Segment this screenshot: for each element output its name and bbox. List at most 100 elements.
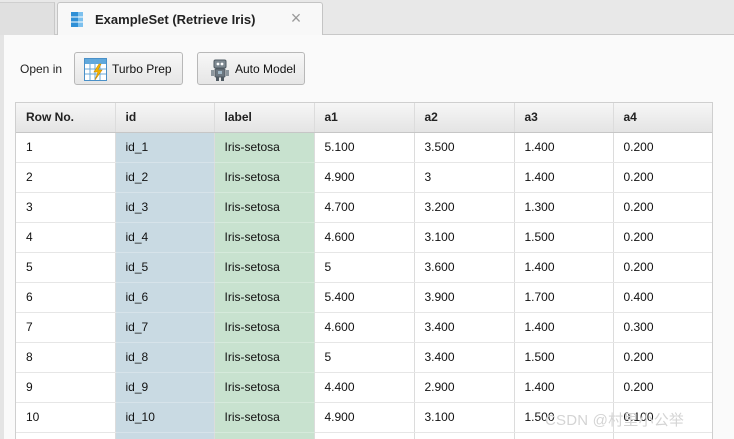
cell-a2: 3.100 xyxy=(414,402,515,433)
cell-a1: 5 xyxy=(314,342,415,373)
cell-label: Iris-setosa xyxy=(214,402,315,433)
column-header-a4[interactable]: a4 xyxy=(613,103,712,133)
cell-a1: 4.700 xyxy=(314,192,415,223)
cell-a1: 5.400 xyxy=(314,282,415,313)
cell-row-no: 6 xyxy=(16,282,116,313)
cell-a4: 0.300 xyxy=(613,312,712,343)
cell-row-no: 7 xyxy=(16,312,116,343)
cell-a2: 3.400 xyxy=(414,342,515,373)
cell-a2: 3 xyxy=(414,162,515,193)
cell-a2: 3.600 xyxy=(414,252,515,283)
cell-label: Iris-setosa xyxy=(214,282,315,313)
cell-a4: 0.200 xyxy=(613,252,712,283)
close-icon[interactable]: × xyxy=(287,8,305,28)
cell-a4: 0.200 xyxy=(613,162,712,193)
cell-empty xyxy=(414,432,515,439)
cell-a1: 4.900 xyxy=(314,162,415,193)
cell-a1: 4.600 xyxy=(314,312,415,343)
table-row[interactable]: 6 id_6 Iris-setosa 5.400 3.900 1.700 0.4… xyxy=(16,282,712,313)
turbo-prep-button[interactable]: Turbo Prep xyxy=(74,52,183,85)
cell-row-no: 4 xyxy=(16,222,116,253)
turbo-prep-label: Turbo Prep xyxy=(112,62,172,76)
cell-empty xyxy=(16,432,116,439)
table-row[interactable]: 1 id_1 Iris-setosa 5.100 3.500 1.400 0.2… xyxy=(16,132,712,163)
cell-row-no: 9 xyxy=(16,372,116,403)
cell-a3: 1.400 xyxy=(514,252,614,283)
robot-icon xyxy=(211,59,229,81)
cell-empty xyxy=(514,432,614,439)
cell-a4: 0.400 xyxy=(613,282,712,313)
cell-a3: 1.500 xyxy=(514,342,614,373)
auto-model-button[interactable]: Auto Model xyxy=(197,52,305,85)
cell-a3: 1.700 xyxy=(514,282,614,313)
cell-a3: 1.300 xyxy=(514,192,614,223)
cell-a1: 4.600 xyxy=(314,222,415,253)
cell-row-no: 8 xyxy=(16,342,116,373)
cell-empty xyxy=(613,432,712,439)
tab-exampleset[interactable]: ExampleSet (Retrieve Iris) × xyxy=(57,2,323,36)
column-header-row-no[interactable]: Row No. xyxy=(16,103,116,133)
tab-strip: ExampleSet (Retrieve Iris) × xyxy=(0,0,734,36)
cell-a4: 0.200 xyxy=(613,222,712,253)
cell-a3: 1.400 xyxy=(514,162,614,193)
cell-a2: 3.200 xyxy=(414,192,515,223)
exampleset-icon xyxy=(71,12,83,27)
table-row[interactable]: 5 id_5 Iris-setosa 5 3.600 1.400 0.200 xyxy=(16,252,712,283)
column-header-a3[interactable]: a3 xyxy=(514,103,614,133)
column-header-a1[interactable]: a1 xyxy=(314,103,415,133)
cell-label: Iris-setosa xyxy=(214,372,315,403)
table-row[interactable]: 9 id_9 Iris-setosa 4.400 2.900 1.400 0.2… xyxy=(16,372,712,403)
cell-a1: 5.100 xyxy=(314,132,415,163)
cell-a4: 0.200 xyxy=(613,372,712,403)
cell-a3: 1.400 xyxy=(514,132,614,163)
panel-left-edge xyxy=(0,35,4,439)
cell-a4: 0.200 xyxy=(613,192,712,223)
table-row[interactable]: 3 id_3 Iris-setosa 4.700 3.200 1.300 0.2… xyxy=(16,192,712,223)
cell-label: Iris-setosa xyxy=(214,252,315,283)
column-header-id[interactable]: id xyxy=(115,103,215,133)
data-table[interactable]: Row No. id label a1 a2 a3 a4 1 id_1 Iris… xyxy=(15,102,713,439)
column-header-a2[interactable]: a2 xyxy=(414,103,515,133)
cell-a2: 3.100 xyxy=(414,222,515,253)
cell-a2: 3.500 xyxy=(414,132,515,163)
cell-label: Iris-setosa xyxy=(214,342,315,373)
cell-empty xyxy=(314,432,415,439)
table-row[interactable]: 8 id_8 Iris-setosa 5 3.400 1.500 0.200 xyxy=(16,342,712,373)
column-header-label[interactable]: label xyxy=(214,103,315,133)
cell-id: id_1 xyxy=(115,132,215,163)
cell-a1: 5 xyxy=(314,252,415,283)
results-panel: Open in Turbo Prep Auto Model Row No. id… xyxy=(0,35,734,439)
cell-label: Iris-setosa xyxy=(214,222,315,253)
cell-id: id_2 xyxy=(115,162,215,193)
cell-id: id_9 xyxy=(115,372,215,403)
cell-empty xyxy=(214,432,315,439)
cell-id: id_5 xyxy=(115,252,215,283)
cell-id: id_8 xyxy=(115,342,215,373)
cell-a3: 1.500 xyxy=(514,222,614,253)
cell-a4: 0.200 xyxy=(613,132,712,163)
cell-id: id_3 xyxy=(115,192,215,223)
table-row-partial xyxy=(16,432,712,439)
cell-row-no: 1 xyxy=(16,132,116,163)
auto-model-label: Auto Model xyxy=(235,62,296,76)
cell-a1: 4.400 xyxy=(314,372,415,403)
cell-id: id_7 xyxy=(115,312,215,343)
tab-title: ExampleSet (Retrieve Iris) xyxy=(95,12,256,27)
cell-row-no: 2 xyxy=(16,162,116,193)
cell-row-no: 3 xyxy=(16,192,116,223)
cell-id: id_4 xyxy=(115,222,215,253)
tab-inactive[interactable] xyxy=(0,2,55,35)
table-row[interactable]: 7 id_7 Iris-setosa 4.600 3.400 1.400 0.3… xyxy=(16,312,712,343)
cell-label: Iris-setosa xyxy=(214,192,315,223)
cell-id: id_10 xyxy=(115,402,215,433)
cell-empty xyxy=(115,432,215,439)
table-header-row: Row No. id label a1 a2 a3 a4 xyxy=(16,103,712,133)
table-row[interactable]: 4 id_4 Iris-setosa 4.600 3.100 1.500 0.2… xyxy=(16,222,712,253)
table-row[interactable]: 2 id_2 Iris-setosa 4.900 3 1.400 0.200 xyxy=(16,162,712,193)
open-in-label: Open in xyxy=(20,62,63,76)
cell-label: Iris-setosa xyxy=(214,132,315,163)
cell-row-no: 10 xyxy=(16,402,116,433)
turbo-prep-icon xyxy=(84,58,107,81)
cell-label: Iris-setosa xyxy=(214,162,315,193)
cell-a2: 3.900 xyxy=(414,282,515,313)
